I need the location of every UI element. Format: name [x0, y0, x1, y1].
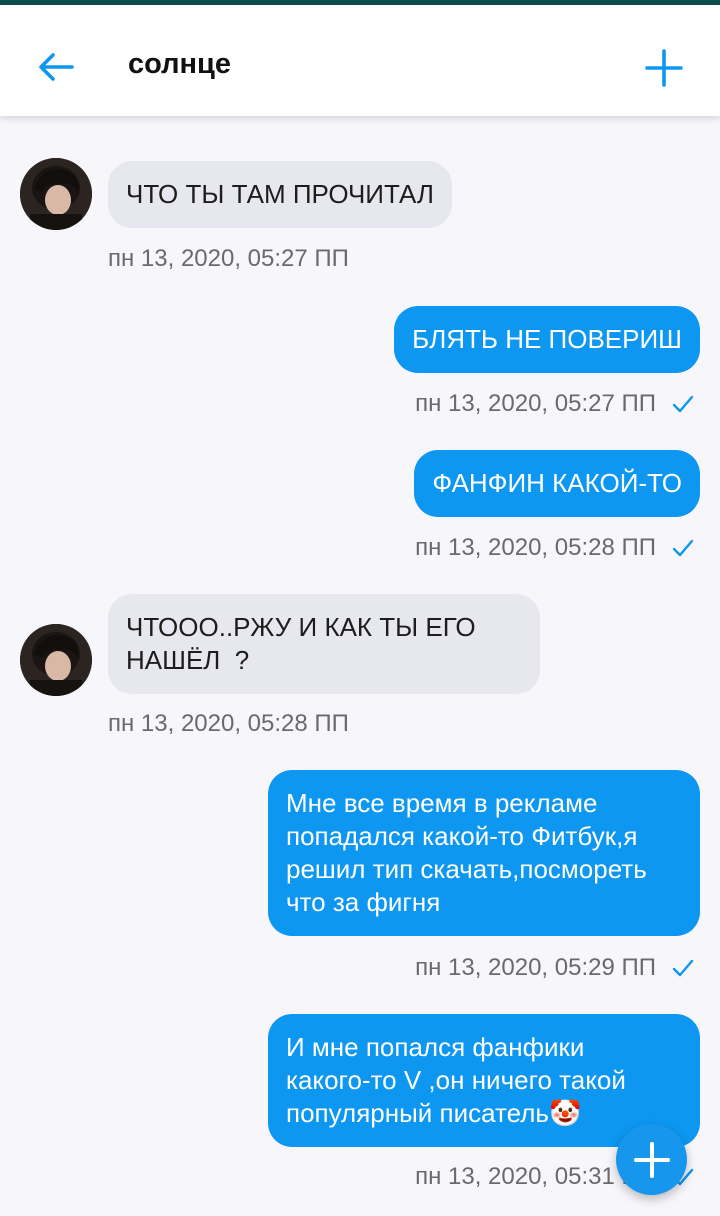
plus-icon: [633, 1141, 670, 1178]
message-bubble-incoming[interactable]: ЧТО ТЫ ТАМ ПРОЧИТАЛ: [108, 161, 452, 228]
message-timestamp: пн 13, 2020, 05:27 ПП: [415, 390, 656, 417]
check-icon: [672, 395, 694, 413]
message-bubble-outgoing[interactable]: БЛЯТЬ НЕ ПОВЕРИШ: [394, 306, 700, 373]
check-icon: [672, 539, 694, 557]
arrow-left-icon: [39, 53, 74, 81]
message-timestamp: пн 13, 2020, 05:28 ПП: [415, 534, 656, 561]
message-timestamp: пн 13, 2020, 05:28 ПП: [108, 710, 349, 737]
message-bubble-incoming[interactable]: ЧТООО..РЖУ И КАК ТЫ ЕГО НАШЁЛ ?: [108, 594, 540, 694]
contact-avatar[interactable]: [20, 624, 92, 696]
floating-add-button[interactable]: [616, 1124, 687, 1195]
message-timestamp: пн 13, 2020, 05:29 ПП: [415, 954, 656, 981]
contact-avatar[interactable]: [20, 158, 92, 230]
avatar-photo-icon: [20, 624, 92, 696]
avatar-photo-icon: [20, 158, 92, 230]
plus-icon: [645, 49, 683, 87]
check-icon: [672, 959, 694, 977]
add-button[interactable]: [634, 38, 694, 98]
message-bubble-outgoing[interactable]: ФАНФИН КАКОЙ-ТО: [414, 450, 700, 517]
message-list[interactable]: ЧТО ТЫ ТАМ ПРОЧИТАЛ пн 13, 2020, 05:27 П…: [0, 116, 720, 1216]
message-timestamp: пн 13, 2020, 05:27 ПП: [108, 245, 349, 272]
message-bubble-outgoing[interactable]: Мне все время в рекламе попадался какой-…: [268, 770, 700, 936]
chat-title: солнце: [128, 48, 232, 80]
app-bar: солнце: [0, 5, 720, 116]
back-button[interactable]: [28, 39, 84, 95]
